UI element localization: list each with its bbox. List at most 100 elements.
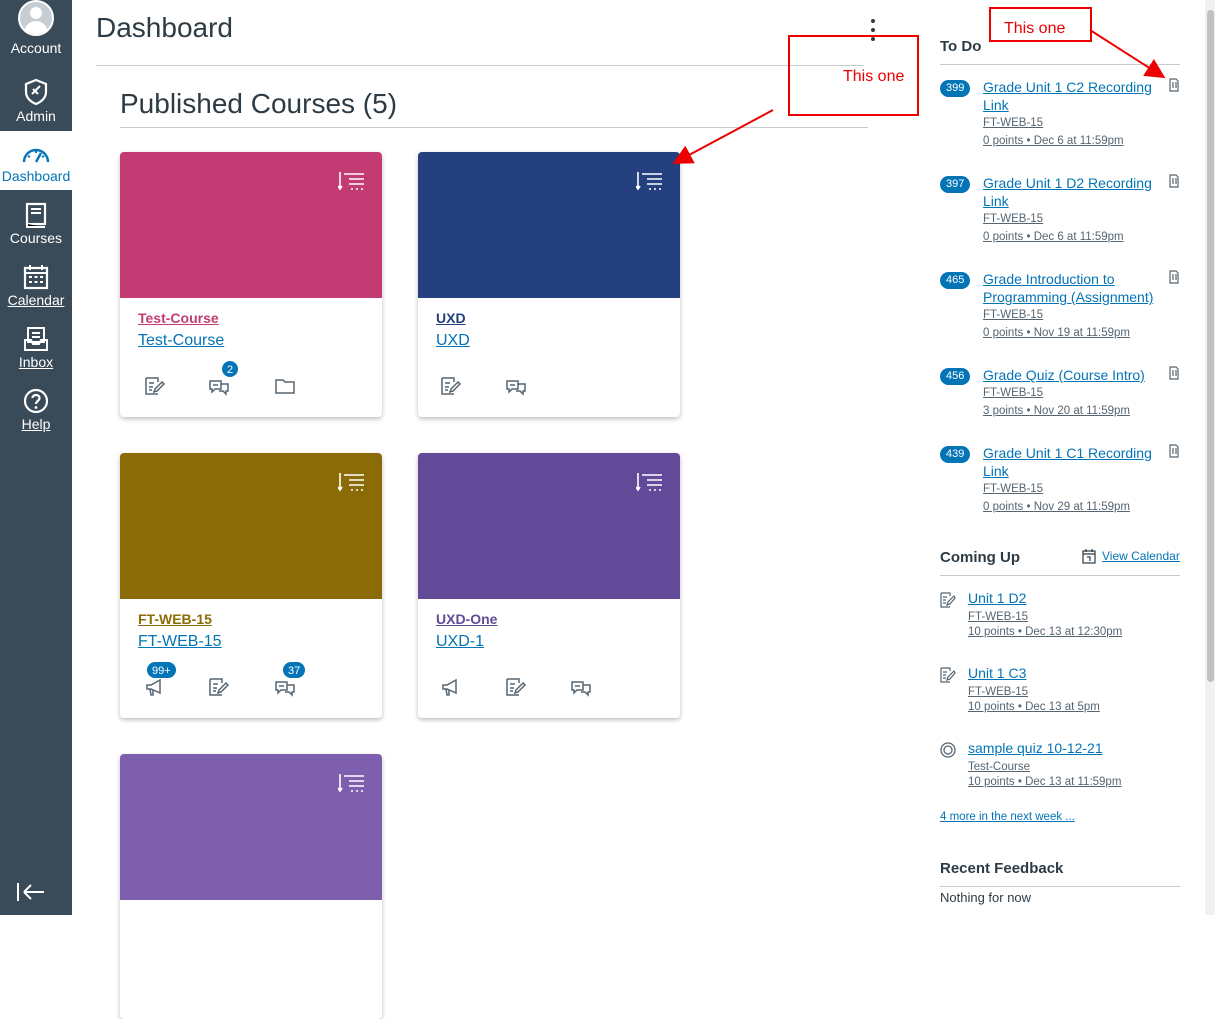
page-title: Dashboard (96, 12, 233, 43)
announcements-unread-badge: 99+ (146, 661, 177, 679)
nav-account[interactable]: Account (0, 0, 72, 62)
no-feedback-text: Nothing for now (940, 890, 1032, 905)
calendar-icon (1082, 549, 1096, 564)
discussions-icon[interactable] (208, 376, 230, 396)
coming-up-title[interactable]: sample quiz 10-12-21 (968, 740, 1103, 756)
coming-up-course[interactable]: Test-Course (968, 761, 1030, 773)
nav-courses[interactable]: Courses (0, 190, 72, 252)
todo-item-title[interactable]: Grade Unit 1 D2 Recording Link (983, 174, 1158, 210)
assignments-icon[interactable] (505, 677, 527, 697)
course-card-name[interactable]: Test-Course (138, 332, 224, 350)
coming-up-meta: 10 points • Dec 13 at 12:30pm (968, 626, 1123, 638)
assignments-icon[interactable] (144, 376, 166, 396)
course-card[interactable] (120, 754, 382, 1019)
card-options-icon[interactable] (338, 170, 366, 192)
discussions-icon[interactable] (274, 677, 296, 697)
todo-item-title[interactable]: Grade Quiz (Course Intro) (983, 366, 1158, 384)
global-navigation: Account Admin Dashboard Courses Calendar (0, 0, 72, 915)
annotation-label: This one (1004, 20, 1066, 37)
todo-item-title[interactable]: Grade Unit 1 C2 Recording Link (983, 78, 1158, 114)
view-calendar-link[interactable]: View Calendar (1082, 548, 1180, 564)
course-card[interactable]: FT-WEB-15 FT-WEB-15 99+ 37 (120, 453, 382, 718)
course-card-code[interactable]: UXD (436, 310, 466, 326)
nav-dashboard-label: Dashboard (1, 168, 71, 184)
coming-up-course[interactable]: FT-WEB-15 (968, 686, 1028, 698)
discussions-icon[interactable] (570, 677, 592, 697)
todo-divider (940, 64, 1180, 65)
todo-item-meta: 0 points • Nov 19 at 11:59pm (983, 327, 1131, 339)
coming-up-course[interactable]: FT-WEB-15 (968, 611, 1028, 623)
coming-up-title[interactable]: Unit 1 D2 (968, 590, 1026, 606)
course-card[interactable]: Test-Course Test-Course 2 (120, 152, 382, 417)
course-card-name[interactable]: UXD (436, 332, 470, 350)
course-card[interactable]: UXD UXD (418, 152, 680, 417)
header-divider (96, 65, 864, 66)
nav-admin[interactable]: Admin (0, 68, 72, 130)
coming-up-heading: Coming Up (940, 549, 1020, 566)
assignments-icon[interactable] (208, 677, 230, 697)
nav-help-label: Help (21, 416, 51, 432)
todo-item-meta: 0 points • Dec 6 at 11:59pm (983, 231, 1124, 243)
nav-admin-label: Admin (16, 108, 56, 124)
inbox-icon (24, 327, 48, 351)
courses-divider (120, 127, 868, 128)
todo-item-title[interactable]: Grade Unit 1 C1 Recording Link (983, 444, 1158, 480)
published-courses-heading: Published Courses (5) (120, 88, 398, 119)
card-options-icon[interactable] (338, 471, 366, 493)
assignments-icon[interactable] (440, 376, 462, 396)
todo-item-meta: 0 points • Nov 29 at 11:59pm (983, 501, 1131, 513)
dismiss-icon[interactable] (1168, 444, 1180, 458)
annotation-label: This one (843, 68, 905, 85)
annotation-arrow (1089, 29, 1166, 79)
nav-dashboard[interactable]: Dashboard (0, 131, 72, 190)
todo-item-course[interactable]: FT-WEB-15 (983, 309, 1043, 321)
todo-item-title[interactable]: Grade Introduction to Programming (Assig… (983, 270, 1158, 306)
nav-help[interactable]: Help (0, 376, 72, 438)
nav-calendar[interactable]: Calendar (0, 252, 72, 314)
todo-item-course[interactable]: FT-WEB-15 (983, 213, 1043, 225)
assignment-icon (940, 592, 956, 608)
discussions-icon[interactable] (505, 376, 527, 396)
files-folder-icon[interactable] (274, 376, 296, 396)
course-card-code[interactable]: FT-WEB-15 (138, 611, 212, 627)
announcements-icon[interactable] (144, 677, 166, 697)
feedback-divider (940, 886, 1180, 887)
nav-account-label: Account (10, 40, 62, 56)
coming-up-divider (940, 575, 1180, 576)
todo-item-meta: 0 points • Dec 6 at 11:59pm (983, 135, 1124, 147)
coming-up-meta: 10 points • Dec 13 at 5pm (968, 701, 1100, 713)
dismiss-icon[interactable] (1168, 78, 1180, 92)
course-card-name[interactable]: UXD-1 (436, 633, 484, 651)
quiz-icon (940, 742, 956, 758)
card-options-icon[interactable] (636, 471, 664, 493)
assignment-icon (940, 667, 956, 683)
card-options-icon[interactable] (636, 170, 664, 192)
todo-item-course[interactable]: FT-WEB-15 (983, 117, 1043, 129)
discussions-unread-badge: 37 (282, 661, 307, 679)
calendar-icon (23, 265, 49, 290)
course-card[interactable]: UXD-One UXD-1 (418, 453, 680, 718)
recent-feedback-heading: Recent Feedback (940, 860, 1064, 877)
course-card-code[interactable]: UXD-One (436, 611, 497, 627)
dismiss-icon[interactable] (1168, 366, 1180, 380)
coming-up-title[interactable]: Unit 1 C3 (968, 665, 1026, 681)
nav-inbox-label: Inbox (18, 354, 54, 370)
todo-item-course[interactable]: FT-WEB-15 (983, 387, 1043, 399)
announcements-icon[interactable] (440, 677, 462, 697)
todo-item-course[interactable]: FT-WEB-15 (983, 483, 1043, 495)
needs-grading-count: 439 (940, 446, 971, 463)
more-coming-up-link[interactable]: 4 more in the next week ... (940, 811, 1075, 823)
view-calendar-label: View Calendar (1102, 549, 1180, 563)
nav-inbox[interactable]: Inbox (0, 314, 72, 376)
collapse-nav-icon[interactable] (16, 880, 46, 904)
course-card-name[interactable]: FT-WEB-15 (138, 633, 222, 651)
needs-grading-count: 397 (940, 176, 971, 193)
needs-grading-count: 465 (940, 272, 971, 289)
course-card-code[interactable]: Test-Course (138, 310, 219, 326)
scrollbar-thumb[interactable] (1207, 10, 1214, 682)
dismiss-icon[interactable] (1168, 174, 1180, 188)
card-options-icon[interactable] (338, 772, 366, 794)
dismiss-icon[interactable] (1168, 270, 1180, 284)
nav-calendar-label: Calendar (7, 292, 65, 308)
discussions-unread-badge: 2 (221, 360, 240, 378)
